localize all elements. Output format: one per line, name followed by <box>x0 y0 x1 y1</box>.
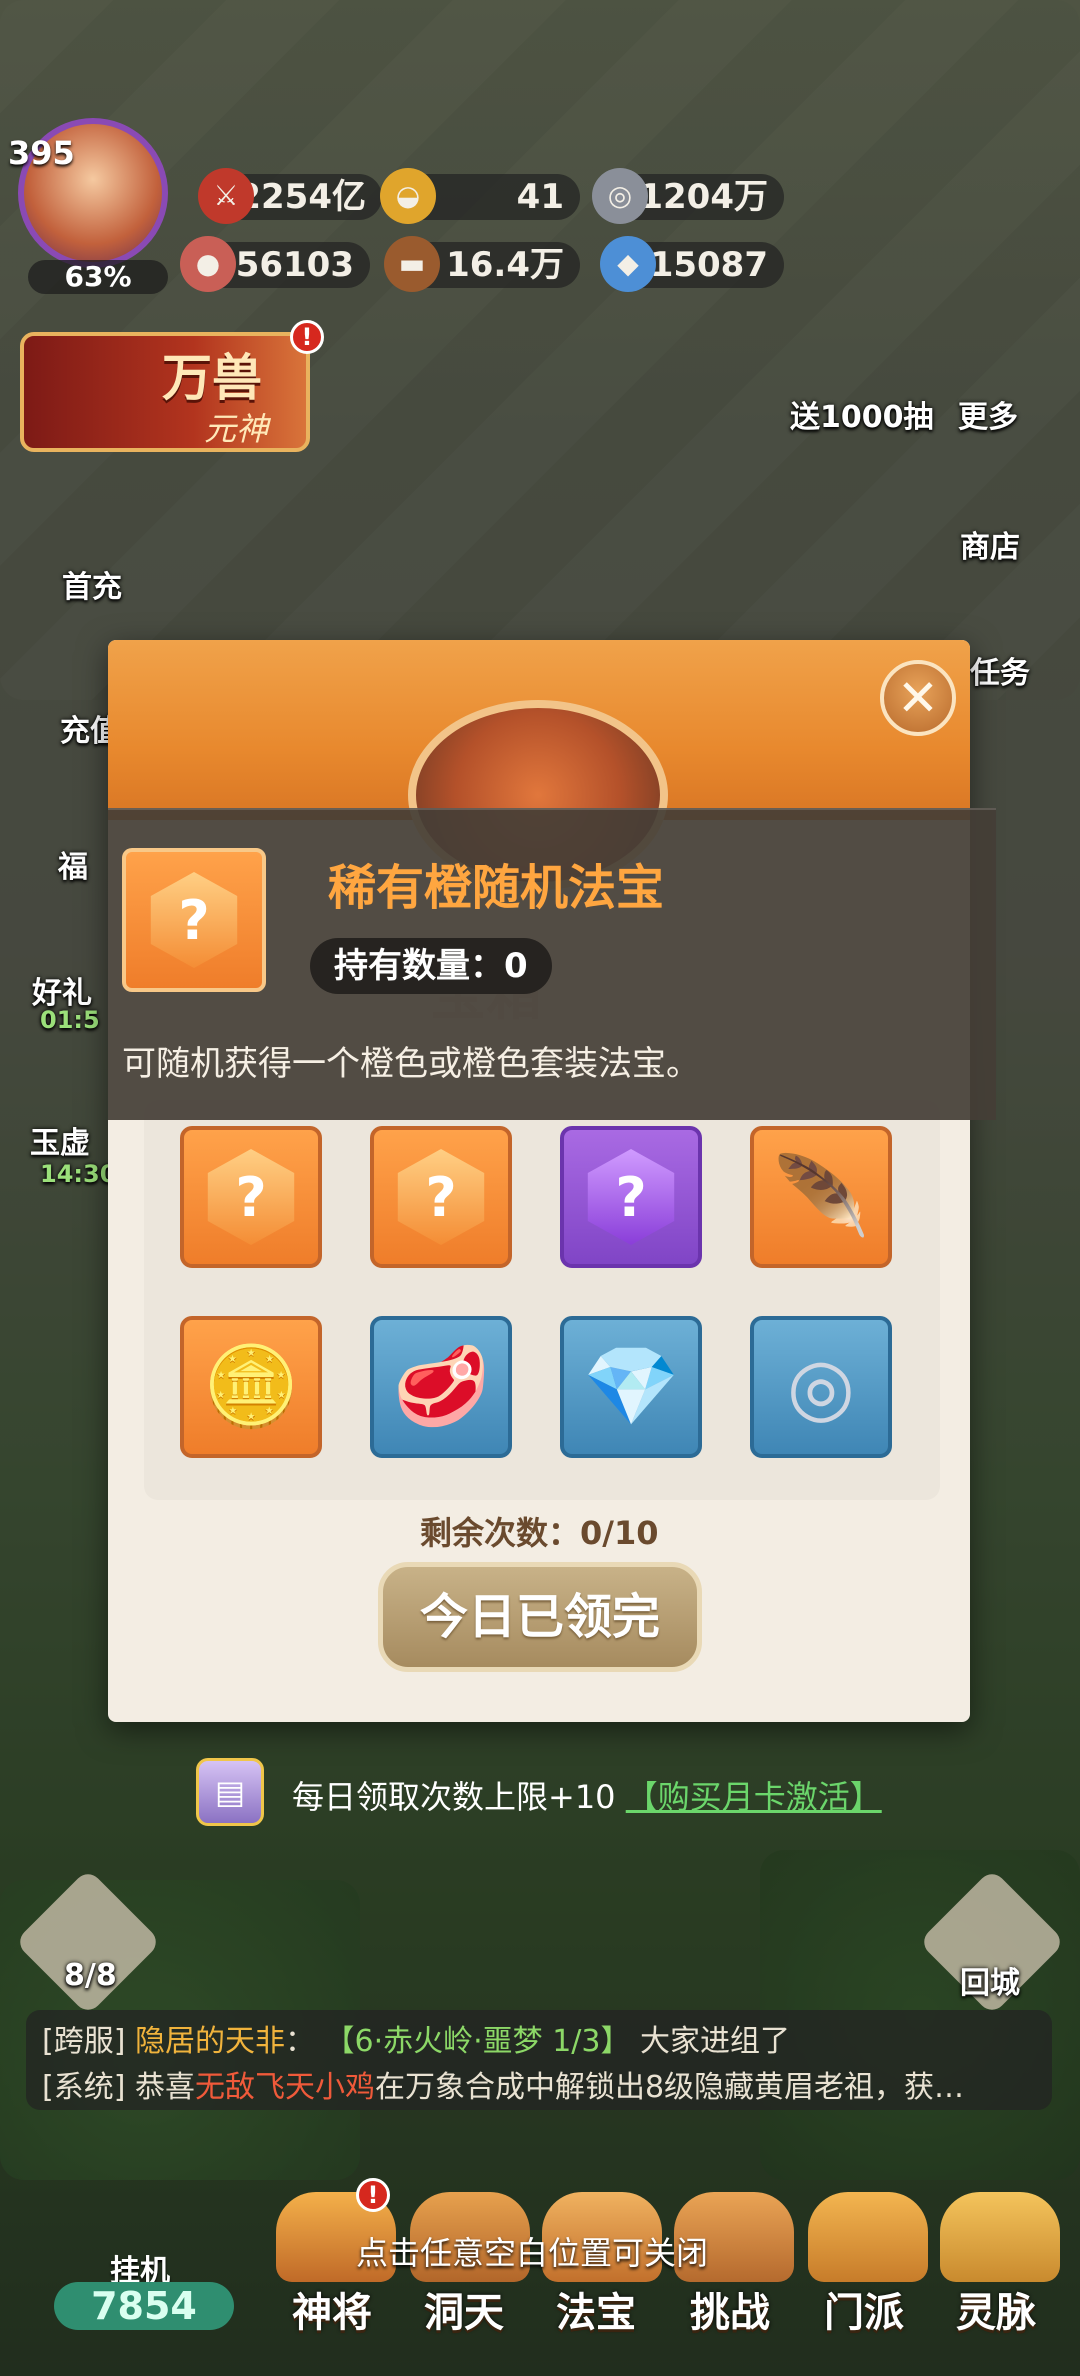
reward-slot[interactable]: ? <box>560 1126 702 1268</box>
coin-value: 1204万 <box>639 177 768 217</box>
question-icon: ? <box>397 1149 485 1245</box>
wood-counter: ▬ 16.4万 <box>384 236 580 292</box>
ingot-icon: ◒ <box>380 168 436 224</box>
nav-cave[interactable]: 洞天 <box>404 2280 524 2338</box>
close-hint: 点击任意空白位置可关闭 <box>356 2234 709 2272</box>
player-level: 395 <box>8 134 75 172</box>
wood-icon: ▬ <box>384 236 440 292</box>
item-icon: ? <box>122 848 266 992</box>
item-title: 稀有橙随机法宝 <box>328 860 665 916</box>
nav-challenge[interactable]: 挑战 <box>670 2280 790 2338</box>
monthly-card-label: 每日领取次数上限+10 <box>292 1778 616 1816</box>
chat-separator: ： <box>284 2024 315 2059</box>
notification-badge: ! <box>290 320 324 354</box>
reward-slot[interactable]: 🪶 <box>750 1126 892 1268</box>
coin-icon: ◎ <box>592 168 648 224</box>
gold-ingot-icon: 🪙 <box>202 1342 300 1432</box>
crystal-icon: ◆ <box>600 236 656 292</box>
crystal-value: 15087 <box>649 245 768 285</box>
chat-user[interactable]: 无敌飞天小鸡 <box>195 2070 375 2105</box>
ingot-value: 41 <box>516 177 564 217</box>
item-count: 持有数量：0 <box>310 938 552 994</box>
wood-value: 16.4万 <box>446 245 564 285</box>
task-button[interactable]: 任务 <box>970 648 1030 692</box>
chat-text: 在万象合成中解锁出8级隐藏黄眉老祖，获… <box>374 2070 965 2105</box>
nav-heroes[interactable]: 神将 <box>272 2280 392 2338</box>
reward-grid: ? ? ? 🪶 🪙 🥩 💎 ◎ <box>144 1100 940 1500</box>
question-icon: ? <box>207 1149 295 1245</box>
first-recharge-button[interactable]: 首充 <box>62 562 122 606</box>
more-button[interactable]: 更多 <box>958 392 1018 436</box>
return-city-label: 回城 <box>960 1966 1020 2001</box>
claim-button[interactable]: 今日已领完 <box>378 1562 702 1672</box>
meat-value: 56103 <box>235 245 354 285</box>
chat-channel: [系统] <box>42 2070 126 2105</box>
nav-sect[interactable]: 门派 <box>804 2280 924 2338</box>
shop-button[interactable]: 商店 <box>960 522 1020 566</box>
hero-banner-title: 万兽 <box>162 349 262 407</box>
map-progress: 8/8 <box>64 1958 117 1993</box>
chat-panel[interactable]: [跨服] 隐居的天非： 【6·赤火岭·噩梦 1/3】 大家进组了 [系统] 恭喜… <box>26 2010 1052 2110</box>
player-progress: 63% <box>28 260 168 294</box>
item-description: 可随机获得一个橙色或橙色套装法宝。 <box>122 1044 700 1084</box>
gift-timer: 01:5 <box>40 1006 100 1034</box>
chat-line: [跨服] 隐居的天非： 【6·赤火岭·噩梦 1/3】 大家进组了 <box>42 2016 790 2060</box>
meat-icon: 🥩 <box>392 1342 490 1432</box>
sect-nav-icon[interactable] <box>808 2192 928 2282</box>
feather-icon: 🪶 <box>772 1152 870 1242</box>
close-button[interactable]: ✕ <box>880 660 956 736</box>
crystal-counter: ◆ 15087 <box>600 236 784 292</box>
nav-treasure[interactable]: 法宝 <box>536 2280 656 2338</box>
nav-vein[interactable]: 灵脉 <box>936 2280 1056 2338</box>
chat-text: 恭喜 <box>134 2070 195 2105</box>
yuxu-button[interactable]: 玉虚 <box>30 1118 90 1162</box>
power-value: 2254亿 <box>237 177 366 217</box>
welfare-button[interactable]: 福 <box>58 842 88 886</box>
power-counter: ⚔ 2254亿 <box>198 168 382 224</box>
vein-nav-icon[interactable] <box>940 2192 1060 2282</box>
crystal-icon: 💎 <box>582 1342 680 1432</box>
idle-counter[interactable]: 7854 <box>54 2282 234 2330</box>
monthly-card-icon: ▤ <box>196 1758 264 1826</box>
monthly-card-text: 每日领取次数上限+10 【购买月卡激活】 <box>292 1772 882 1818</box>
chat-text: 大家进组了 <box>640 2024 791 2059</box>
notification-badge: ! <box>356 2178 390 2212</box>
buy-monthly-card-link[interactable]: 【购买月卡激活】 <box>626 1778 882 1816</box>
question-icon: ? <box>150 872 238 968</box>
remaining-count: 剩余次数：0/10 <box>420 1514 659 1552</box>
reward-slot[interactable]: 🥩 <box>370 1316 512 1458</box>
reward-slot[interactable]: ? <box>370 1126 512 1268</box>
draw-1000-button[interactable]: 送1000抽 <box>790 392 934 436</box>
reward-slot[interactable]: ? <box>180 1126 322 1268</box>
reward-slot[interactable]: ◎ <box>750 1316 892 1458</box>
yuxu-timer: 14:30 <box>40 1160 117 1188</box>
silver-coin-icon: ◎ <box>786 1342 856 1432</box>
reward-slot[interactable]: 💎 <box>560 1316 702 1458</box>
reward-slot[interactable]: 🪙 <box>180 1316 322 1458</box>
meat-icon: ● <box>180 236 236 292</box>
ingot-counter: ◒ 41 <box>380 168 580 224</box>
chat-user[interactable]: 隐居的天非 <box>135 2024 285 2059</box>
chat-team-tag[interactable]: 【6·赤火岭·噩梦 1/3】 <box>325 2024 631 2059</box>
question-icon: ? <box>587 1149 675 1245</box>
sword-icon: ⚔ <box>198 168 254 224</box>
meat-counter: ● 56103 <box>180 236 370 292</box>
chat-line: [系统] 恭喜无敌飞天小鸡在万象合成中解锁出8级隐藏黄眉老祖，获… <box>42 2062 964 2106</box>
coin-counter: ◎ 1204万 <box>592 168 784 224</box>
hero-banner-subtitle: 元神 <box>204 410 269 448</box>
chat-channel: [跨服] <box>42 2024 126 2059</box>
